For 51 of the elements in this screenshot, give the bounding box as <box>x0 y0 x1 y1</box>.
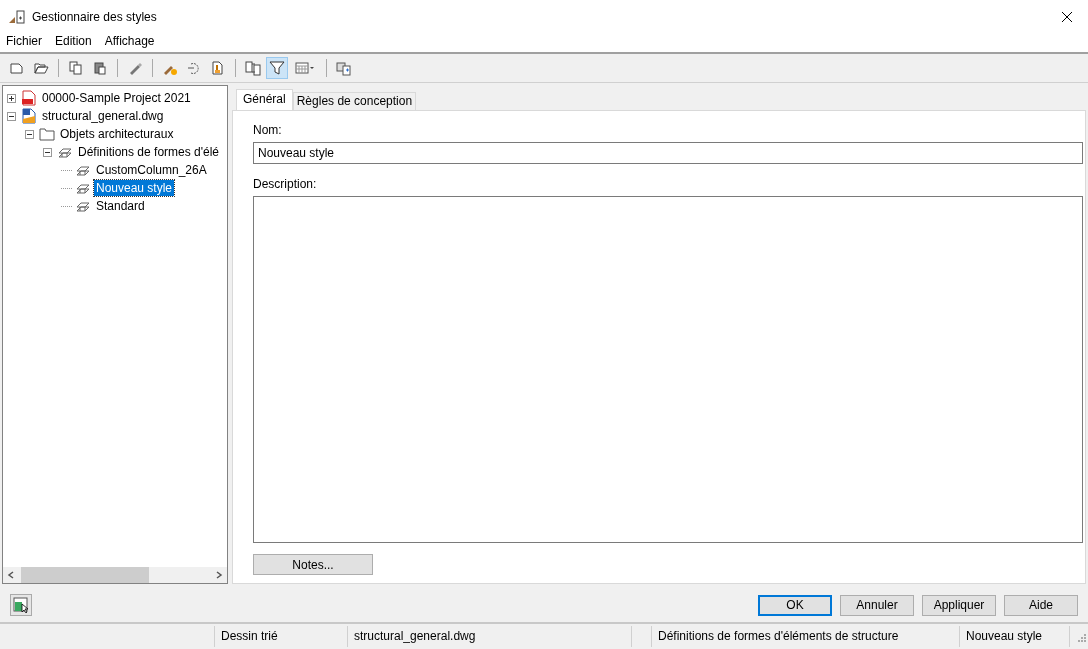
tree-item[interactable]: Définitions de formes d'élé <box>76 144 222 160</box>
field-label: Nom: <box>253 123 283 137</box>
status-text: structural_general.dwg <box>348 626 632 647</box>
tree-item[interactable]: 00000-Sample Project 2021 <box>40 90 193 106</box>
close-icon <box>1061 10 1073 23</box>
copy-icon <box>68 60 84 76</box>
dashed-circle-icon <box>186 60 202 76</box>
compare-documents-icon <box>245 60 261 76</box>
filter-button[interactable] <box>266 57 288 79</box>
tree-item[interactable]: structural_general.dwg <box>40 108 166 124</box>
dialog-button[interactable]: Annuler <box>840 594 914 616</box>
horizontal-scrollbar[interactable] <box>3 567 227 583</box>
menu-item[interactable]: Fichier <box>6 33 42 52</box>
filter-icon <box>269 60 285 76</box>
pdf-file-icon <box>21 90 37 106</box>
collapse-icon[interactable] <box>7 111 16 121</box>
dialog-button[interactable]: Aide <box>1004 594 1078 616</box>
table-view-icon <box>295 60 315 76</box>
dialog-button[interactable]: Appliquer <box>922 594 996 616</box>
folder-icon <box>39 126 55 142</box>
status-text: Définitions de formes d'éléments de structure <box>652 626 960 647</box>
notes-button[interactable]: Notes... <box>253 554 373 575</box>
tree-item[interactable]: CustomColumn_26A <box>94 162 209 178</box>
scrollbar-thumb[interactable] <box>21 567 149 583</box>
name-field[interactable]: Nouveau style <box>253 142 1083 164</box>
status-text: Nouveau style <box>960 626 1070 647</box>
tree-item[interactable]: Objets architecturaux <box>58 126 176 142</box>
expand-icon[interactable] <box>7 93 16 103</box>
tree-item[interactable]: Standard <box>94 198 147 214</box>
window-pointer-icon <box>13 597 29 613</box>
window-title: Gestionnaire des styles <box>32 9 158 24</box>
collapse-icon[interactable] <box>43 147 52 157</box>
resize-grip-icon <box>1076 631 1086 642</box>
documents-plus-icon <box>336 60 352 76</box>
collapse-icon[interactable] <box>25 129 34 139</box>
open-folder-icon <box>33 60 49 76</box>
menu-item[interactable]: Affichage <box>104 33 155 52</box>
display-toggle-button[interactable] <box>10 594 32 616</box>
new-document-icon <box>9 60 25 76</box>
tab[interactable]: Général <box>236 89 293 110</box>
status-text: Dessin trié <box>215 626 348 647</box>
menu-item[interactable]: Edition <box>55 33 92 52</box>
drawing-file-icon <box>21 108 37 124</box>
dialog-button[interactable]: OK <box>758 594 832 616</box>
description-field[interactable] <box>253 196 1083 543</box>
tree-item[interactable]: Nouveau style <box>94 180 175 196</box>
app-icon <box>8 8 26 25</box>
document-brush-icon <box>210 60 226 76</box>
paste-icon <box>92 60 108 76</box>
tab[interactable]: Règles de conception <box>292 92 417 110</box>
field-label: Description: <box>253 177 318 191</box>
